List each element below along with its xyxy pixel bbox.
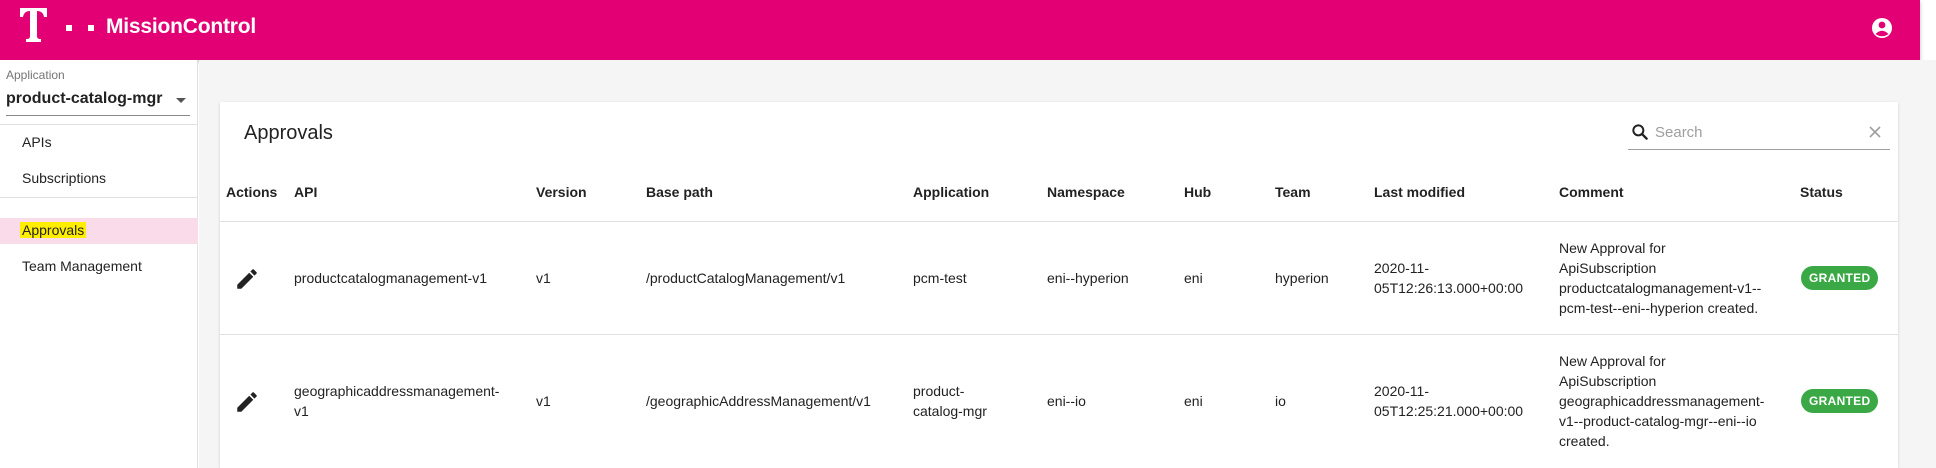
application-select-value: product-catalog-mgr [6, 90, 163, 107]
sidebar-divider [0, 124, 198, 125]
cell-line: catalog-mgr [913, 403, 987, 419]
caret-down-icon [176, 98, 186, 103]
sidebar-item-label: APIs [22, 134, 52, 150]
column-header-actions: Actions [226, 184, 278, 200]
cell-line: productcatalogmanagement-v1 [294, 270, 488, 286]
column-header-comment[interactable]: Comment [1559, 184, 1624, 200]
application-cell: product- catalog-mgr [913, 381, 987, 421]
column-header-base-path[interactable]: Base path [646, 184, 713, 200]
column-header-team[interactable]: Team [1275, 184, 1311, 200]
cell-line: productcatalogmanagement-v1-- [1559, 280, 1762, 296]
search-input[interactable] [1655, 120, 1855, 144]
last-modified-cell: 2020-11- 05T12:26:13.000+00:00 [1374, 258, 1523, 298]
sidebar-item-label: Subscriptions [22, 170, 107, 186]
cell-line: product- [913, 383, 965, 399]
cell-line: created. [1559, 433, 1610, 449]
team-cell: io [1275, 393, 1286, 409]
telekom-t-logo[interactable] [20, 8, 102, 44]
version-cell: v1 [536, 270, 551, 286]
cell-line: New Approval for [1559, 240, 1666, 256]
last-modified-cell: 2020-11- 05T12:25:21.000+00:00 [1374, 381, 1523, 421]
search-field [1628, 116, 1890, 150]
account-circle-icon[interactable] [1870, 16, 1894, 40]
team-cell: hyperion [1275, 270, 1329, 286]
search-icon [1632, 124, 1648, 140]
cell-line: pcm-test--eni--hyperion created. [1559, 300, 1759, 316]
api-cell: geographicaddressmanagement- v1 [294, 381, 499, 421]
version-cell: v1 [536, 393, 551, 409]
namespace-cell: eni--io [1047, 393, 1086, 409]
cell-line: 05T12:26:13.000+00:00 [1374, 280, 1524, 296]
application-label: Application [6, 68, 65, 82]
column-header-hub[interactable]: Hub [1184, 184, 1211, 200]
sidebar: Application product-catalog-mgr APIs Sub… [0, 60, 198, 468]
cell-line: New Approval for [1559, 353, 1666, 369]
cell-line: geographicaddressmanagement- [294, 383, 500, 399]
base-path-cell: /geographicAddressManagement/v1 [646, 393, 871, 409]
status-badge: GRANTED [1801, 266, 1879, 290]
cell-line: ApiSubscription [1559, 373, 1657, 389]
namespace-cell: eni--hyperion [1047, 270, 1129, 286]
cell-line: v1 [294, 403, 309, 419]
api-cell: productcatalogmanagement-v1 [294, 268, 487, 288]
sidebar-item-subscriptions[interactable]: Subscriptions [0, 166, 198, 190]
cell-line: 2020-11- [1374, 260, 1430, 276]
close-icon[interactable] [1868, 125, 1882, 139]
sidebar-item-label: Approvals [20, 222, 87, 238]
sidebar-item-apis[interactable]: APIs [0, 130, 198, 154]
comment-cell: New Approval for ApiSubscription product… [1559, 238, 1761, 318]
cell-line: pcm-test [913, 270, 967, 286]
column-header-status[interactable]: Status [1800, 184, 1843, 200]
cell-line: 05T12:25:21.000+00:00 [1374, 403, 1524, 419]
base-path-cell: /productCatalogManagement/v1 [646, 270, 846, 286]
application-cell: pcm-test [913, 268, 967, 288]
cell-line: geographicaddressmanagement- [1559, 393, 1765, 409]
edit-icon[interactable] [234, 389, 260, 415]
application-select[interactable]: product-catalog-mgr [6, 86, 190, 116]
edit-icon[interactable] [234, 266, 260, 292]
hub-cell: eni [1184, 393, 1203, 409]
cell-line: v1--product-catalog-mgr--eni--io [1559, 413, 1757, 429]
page-title: Approvals [244, 122, 333, 144]
cell-line: ApiSubscription [1559, 260, 1657, 276]
sidebar-item-team-management[interactable]: Team Management [0, 254, 198, 278]
sidebar-item-approvals[interactable]: Approvals [0, 218, 198, 244]
app-title: MissionControl [106, 15, 257, 38]
comment-cell: New Approval for ApiSubscription geograp… [1559, 351, 1764, 451]
column-header-api[interactable]: API [294, 184, 317, 200]
sidebar-item-label: Team Management [22, 258, 142, 274]
column-header-application[interactable]: Application [913, 184, 989, 200]
sidebar-divider [0, 197, 198, 198]
table-divider [220, 221, 1898, 222]
column-header-last-modified[interactable]: Last modified [1374, 184, 1465, 200]
table-divider [220, 334, 1898, 335]
column-header-namespace[interactable]: Namespace [1047, 184, 1125, 200]
app-header: MissionControl [0, 0, 1920, 60]
column-header-version[interactable]: Version [536, 184, 587, 200]
cell-line: 2020-11- [1374, 383, 1430, 399]
hub-cell: eni [1184, 270, 1203, 286]
status-badge: GRANTED [1801, 389, 1879, 413]
approvals-card: Approvals Actions API Version Base path … [220, 102, 1898, 468]
